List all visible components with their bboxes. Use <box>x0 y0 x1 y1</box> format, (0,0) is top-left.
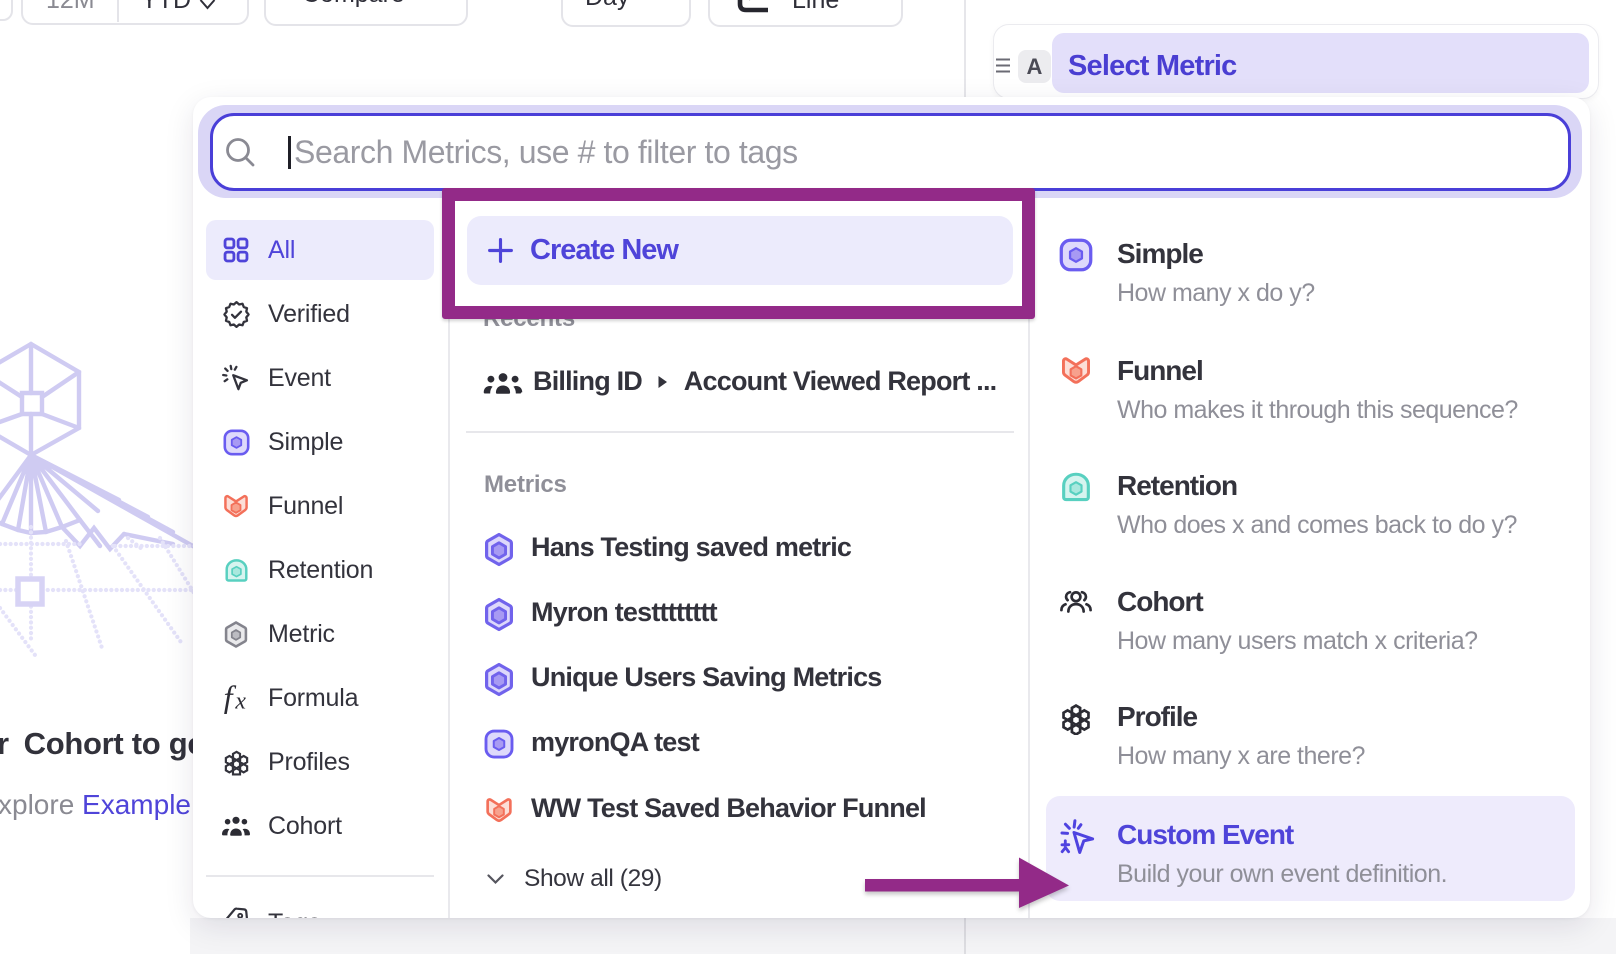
svg-text:x: x <box>234 688 246 714</box>
